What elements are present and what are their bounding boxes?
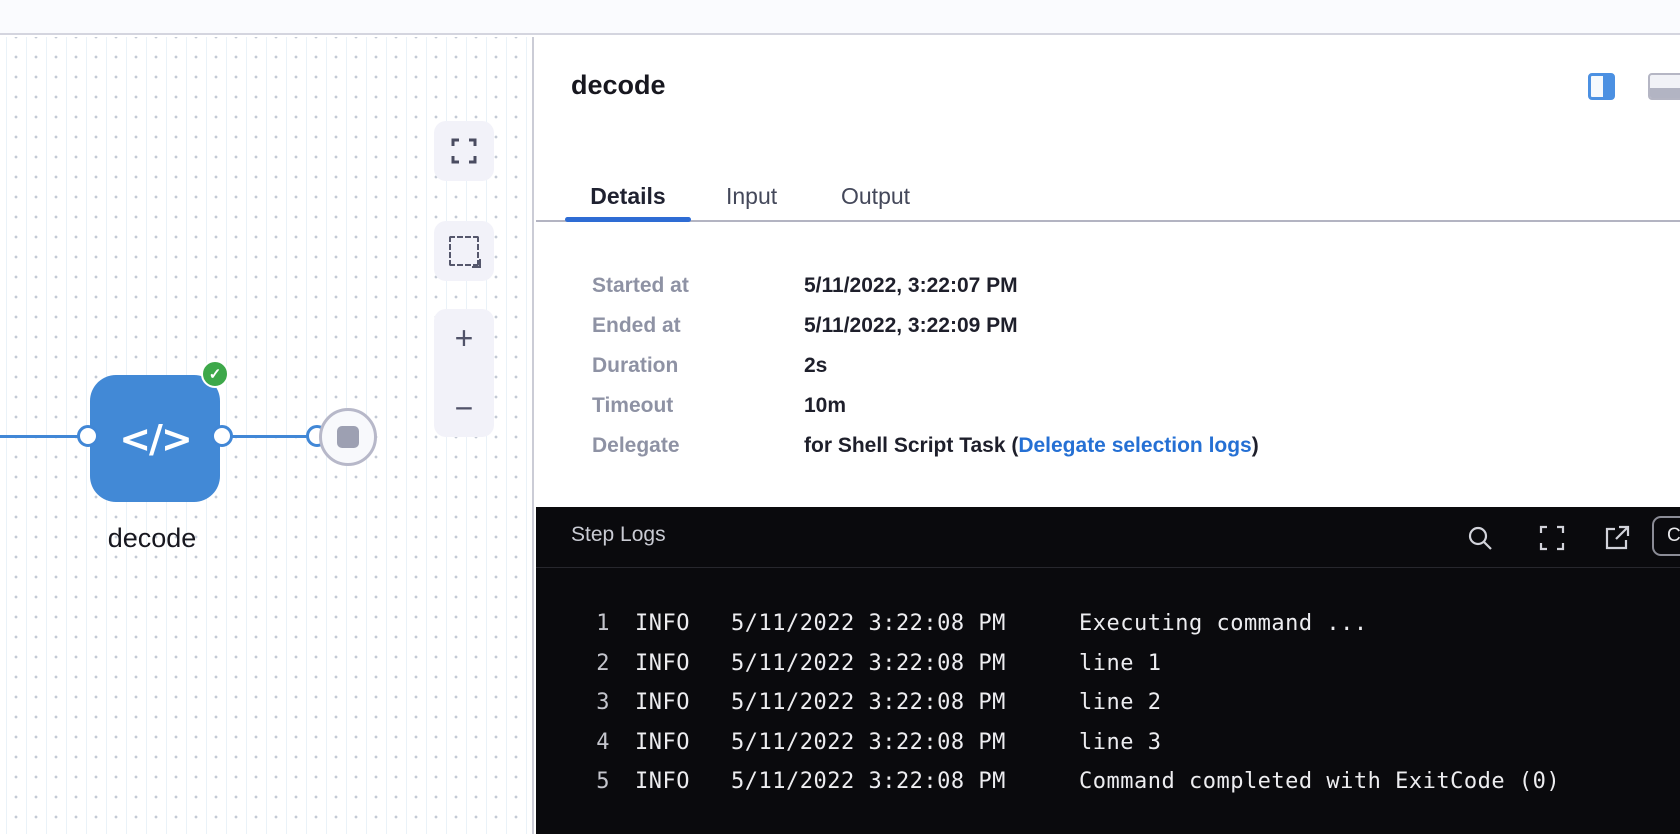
log-message: Command completed with ExitCode (0)	[1079, 769, 1560, 794]
expand-icon	[1537, 523, 1567, 553]
log-line-number: 5	[580, 769, 610, 794]
detail-row-delegate: Delegate for Shell Script Task (Delegate…	[592, 426, 1259, 466]
log-line: 3 INFO 5/11/2022 3:22:08 PM line 2	[536, 683, 1680, 723]
detail-value: 10m	[804, 394, 846, 418]
log-level: INFO	[635, 730, 695, 755]
top-bar	[0, 0, 1680, 35]
log-timestamp: 5/11/2022 3:22:08 PM	[731, 730, 1065, 755]
canvas-zoom-control: + −	[434, 309, 494, 437]
step-logs-title: Step Logs	[571, 523, 666, 547]
log-timestamp: 5/11/2022 3:22:08 PM	[731, 690, 1065, 715]
delegate-selection-logs-link[interactable]: Delegate selection logs	[1018, 434, 1251, 457]
log-search-button[interactable]	[1465, 523, 1495, 553]
delegate-value-suffix: )	[1252, 434, 1259, 457]
detail-value: 2s	[804, 354, 827, 378]
shell-script-icon: </>	[119, 417, 191, 461]
detail-label: Started at	[592, 274, 804, 298]
step-logs-header: Step Logs Console View	[536, 507, 1680, 568]
detail-label: Timeout	[592, 394, 804, 418]
log-level: INFO	[635, 690, 695, 715]
node-port-left	[77, 425, 99, 447]
canvas-fullscreen-button[interactable]	[434, 121, 494, 181]
right-pane-layout-icon	[1603, 76, 1612, 97]
log-line-number: 2	[580, 651, 610, 676]
node-port-right	[211, 425, 233, 447]
detail-label: Delegate	[592, 434, 804, 458]
marquee-select-icon	[449, 236, 479, 266]
log-level: INFO	[635, 651, 695, 676]
right-pane-layout-toggle[interactable]	[1588, 73, 1615, 100]
step-node-decode[interactable]: </>	[90, 375, 220, 502]
log-message: Executing command ...	[1079, 611, 1368, 636]
detail-label: Duration	[592, 354, 804, 378]
step-execution-view: </> ✓ decode + − decode	[0, 0, 1680, 834]
log-level: INFO	[635, 769, 695, 794]
pipeline-canvas[interactable]: </> ✓ decode + −	[0, 37, 534, 834]
console-view-button[interactable]: Console View	[1652, 516, 1680, 556]
zoom-out-button[interactable]: −	[455, 393, 474, 423]
external-link-icon	[1602, 523, 1632, 553]
log-message: line 1	[1079, 651, 1161, 676]
detail-row-started-at: Started at 5/11/2022, 3:22:07 PM	[592, 266, 1259, 306]
log-message: line 3	[1079, 730, 1161, 755]
log-level: INFO	[635, 611, 695, 636]
edge-outgoing	[226, 435, 312, 438]
tab-input[interactable]: Input	[726, 183, 777, 210]
tab-output[interactable]: Output	[841, 183, 910, 210]
log-line: 1 INFO 5/11/2022 3:22:08 PM Executing co…	[536, 604, 1680, 644]
step-title: decode	[571, 70, 666, 101]
delegate-value-prefix: for Shell Script Task (	[804, 434, 1018, 457]
log-line-number: 3	[580, 690, 610, 715]
detail-value: 5/11/2022, 3:22:09 PM	[804, 314, 1018, 338]
log-line: 5 INFO 5/11/2022 3:22:08 PM Command comp…	[536, 762, 1680, 802]
search-icon	[1465, 523, 1495, 553]
bottom-pane-layout-icon	[1650, 88, 1680, 98]
detail-row-duration: Duration 2s	[592, 346, 1259, 386]
fullscreen-icon	[450, 137, 478, 165]
detail-row-ended-at: Ended at 5/11/2022, 3:22:09 PM	[592, 306, 1259, 346]
edge-incoming	[0, 435, 80, 438]
success-check-icon: ✓	[201, 360, 229, 388]
log-line: 4 INFO 5/11/2022 3:22:08 PM line 3	[536, 723, 1680, 763]
log-line-number: 1	[580, 611, 610, 636]
detail-row-timeout: Timeout 10m	[592, 386, 1259, 426]
details-tab-bar: Details Input Output	[536, 170, 1680, 222]
log-open-new-tab-button[interactable]	[1602, 523, 1632, 553]
stop-square-icon	[337, 426, 359, 448]
detail-value: for Shell Script Task (Delegate selectio…	[804, 434, 1259, 458]
log-expand-button[interactable]	[1537, 523, 1567, 553]
log-line-number: 4	[580, 730, 610, 755]
pipeline-end-node[interactable]	[319, 408, 377, 466]
log-message: line 2	[1079, 690, 1161, 715]
detail-label: Ended at	[592, 314, 804, 338]
details-table: Started at 5/11/2022, 3:22:07 PM Ended a…	[592, 266, 1259, 466]
detail-value: 5/11/2022, 3:22:07 PM	[804, 274, 1018, 298]
node-label: decode	[60, 523, 244, 554]
log-lines[interactable]: 1 INFO 5/11/2022 3:22:08 PM Executing co…	[536, 604, 1680, 802]
bottom-pane-layout-toggle[interactable]	[1648, 73, 1680, 100]
log-timestamp: 5/11/2022 3:22:08 PM	[731, 611, 1065, 636]
canvas-marquee-select-button[interactable]	[434, 221, 494, 281]
active-tab-underline	[565, 217, 691, 222]
log-timestamp: 5/11/2022 3:22:08 PM	[731, 651, 1065, 676]
zoom-in-button[interactable]: +	[455, 323, 474, 353]
step-logs-console: Step Logs Console View 1 INFO	[536, 507, 1680, 834]
tab-details[interactable]: Details	[565, 183, 691, 210]
log-timestamp: 5/11/2022 3:22:08 PM	[731, 769, 1065, 794]
log-line: 2 INFO 5/11/2022 3:22:08 PM line 1	[536, 644, 1680, 684]
